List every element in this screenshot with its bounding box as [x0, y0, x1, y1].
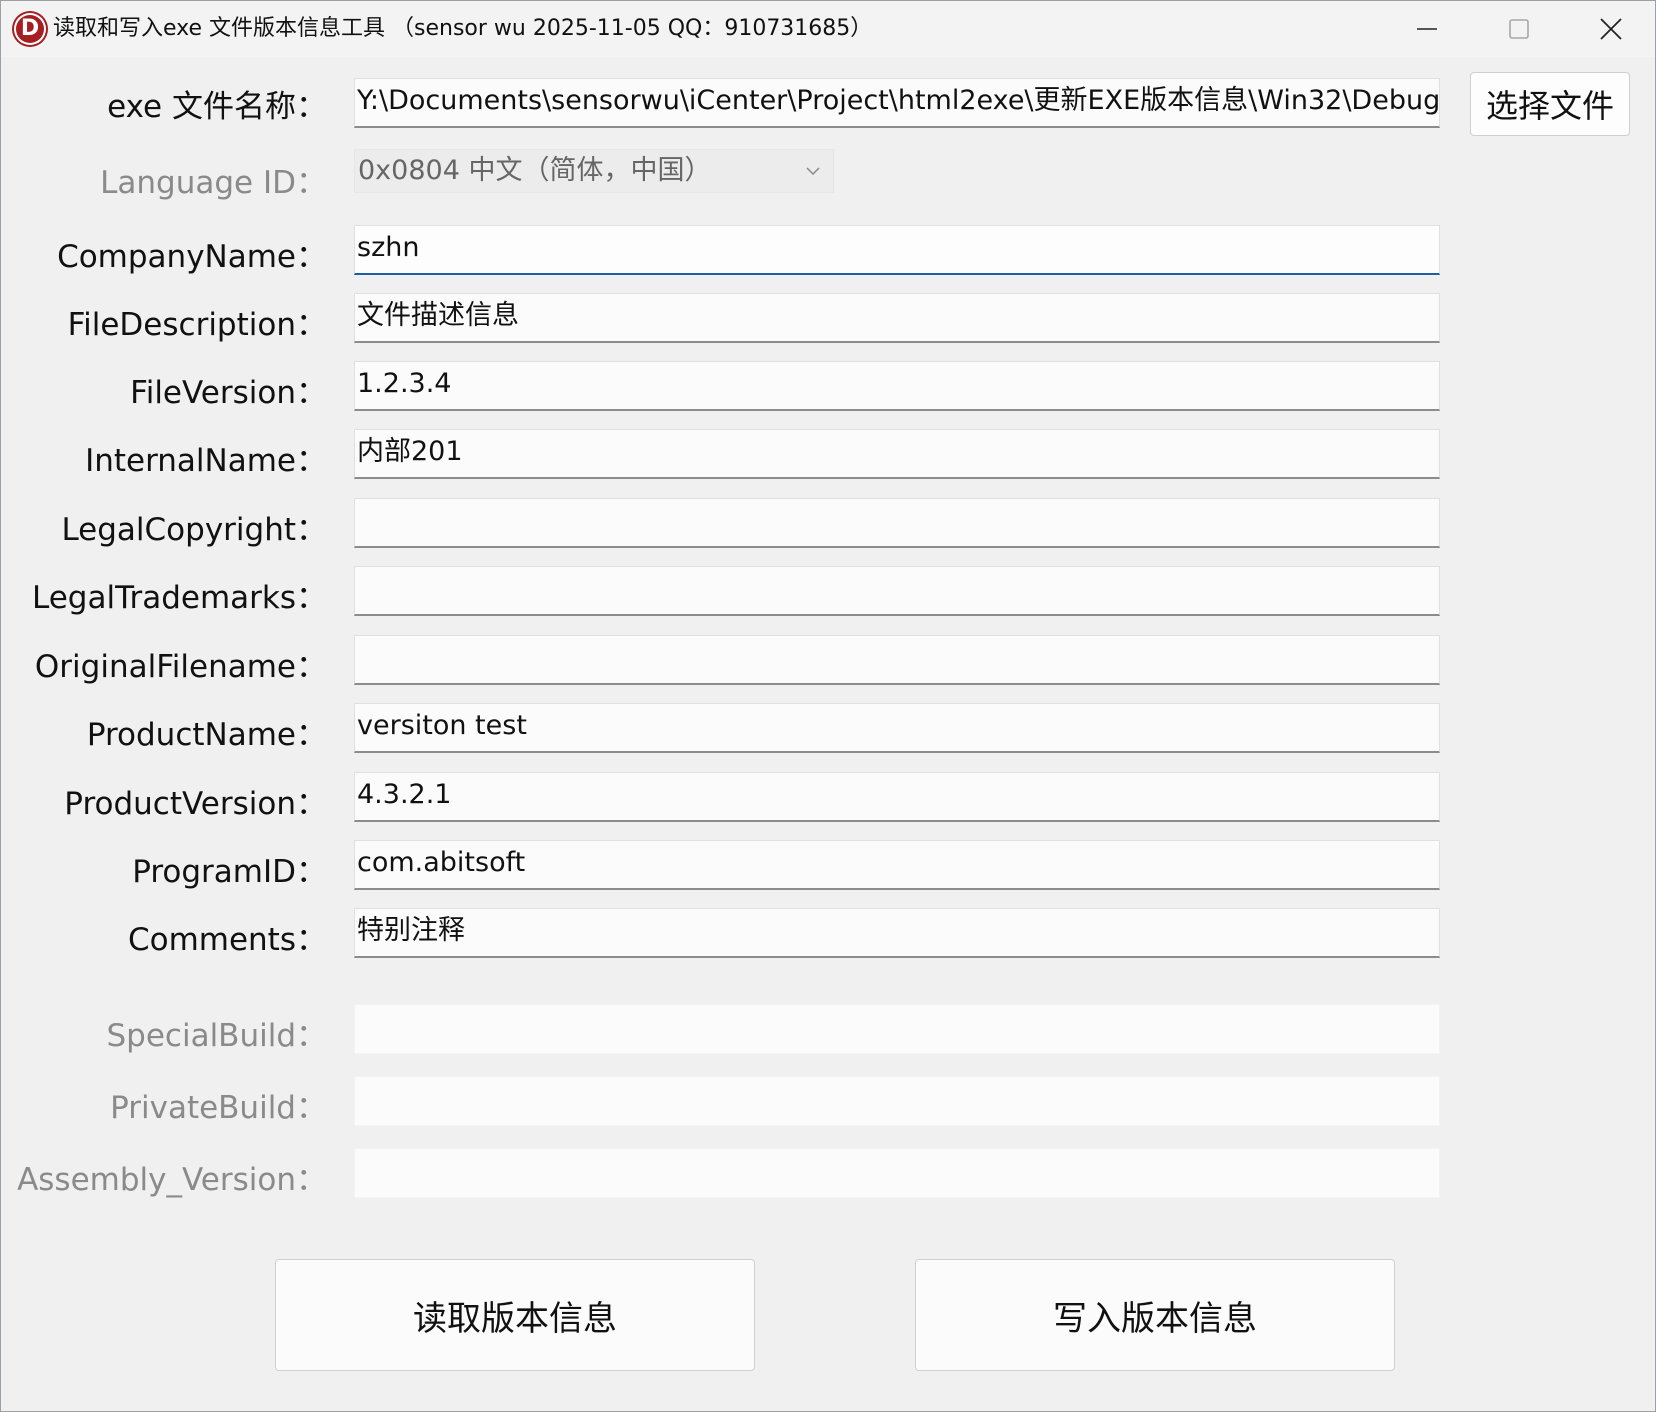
language-id-select[interactable]: 0x0804 中文（简体，中国） [354, 149, 834, 193]
internal-name-label: InternalName： [85, 443, 327, 479]
language-id-value: 0x0804 中文（简体，中国） [358, 155, 712, 186]
assembly-version-label: Assembly_Version： [17, 1162, 327, 1198]
write-version-button[interactable]: 写入版本信息 [915, 1259, 1395, 1371]
chevron-down-icon [805, 150, 821, 192]
minimize-button[interactable] [1381, 1, 1473, 57]
product-version-input[interactable]: 4.3.2.1 [354, 772, 1440, 822]
comments-label: Comments： [127, 922, 327, 958]
select-file-button[interactable]: 选择文件 [1470, 72, 1630, 136]
company-name-input[interactable]: szhn [354, 225, 1440, 275]
exe-filename-label: exe 文件名称： [107, 89, 327, 125]
exe-filename-input[interactable]: Y:\Documents\sensorwu\iCenter\Project\ht… [354, 78, 1440, 128]
product-name-label: ProductName： [86, 717, 327, 753]
special-build-label: SpecialBuild： [106, 1018, 327, 1054]
internal-name-input[interactable]: 内部201 [354, 429, 1440, 479]
original-filename-input[interactable] [354, 635, 1440, 685]
legal-trademarks-input[interactable] [354, 566, 1440, 616]
private-build-label: PrivateBuild： [110, 1090, 327, 1126]
assembly-version-input [354, 1148, 1440, 1198]
company-name-label: CompanyName： [57, 239, 327, 275]
legal-copyright-label: LegalCopyright： [61, 512, 327, 548]
program-id-input[interactable]: com.abitsoft [354, 840, 1440, 890]
window-title: 读取和写入exe 文件版本信息工具 （sensor wu 2025-11-05 … [53, 16, 873, 41]
file-version-input[interactable]: 1.2.3.4 [354, 361, 1440, 411]
product-name-input[interactable]: versiton test [354, 703, 1440, 753]
product-version-label: ProductVersion： [64, 786, 327, 822]
read-version-button[interactable]: 读取版本信息 [275, 1259, 755, 1371]
close-button[interactable] [1565, 1, 1655, 57]
file-description-input[interactable]: 文件描述信息 [354, 293, 1440, 343]
private-build-input [354, 1076, 1440, 1126]
maximize-icon [1509, 19, 1529, 39]
legal-trademarks-label: LegalTrademarks： [32, 580, 327, 616]
maximize-button[interactable] [1473, 1, 1565, 57]
language-id-label: Language ID： [100, 165, 327, 201]
close-icon [1600, 18, 1622, 40]
title-bar[interactable]: D 读取和写入exe 文件版本信息工具 （sensor wu 2025-11-0… [1, 1, 1655, 57]
program-id-label: ProgramID： [132, 854, 327, 890]
file-description-label: FileDescription： [67, 307, 327, 343]
minimize-icon [1417, 28, 1437, 30]
legal-copyright-input[interactable] [354, 498, 1440, 548]
comments-input[interactable]: 特别注释 [354, 908, 1440, 958]
original-filename-label: OriginalFilename： [34, 649, 327, 685]
special-build-input [354, 1004, 1440, 1054]
app-logo-icon: D [14, 13, 46, 45]
file-version-label: FileVersion： [130, 375, 327, 411]
app-window: D 读取和写入exe 文件版本信息工具 （sensor wu 2025-11-0… [0, 0, 1656, 1412]
